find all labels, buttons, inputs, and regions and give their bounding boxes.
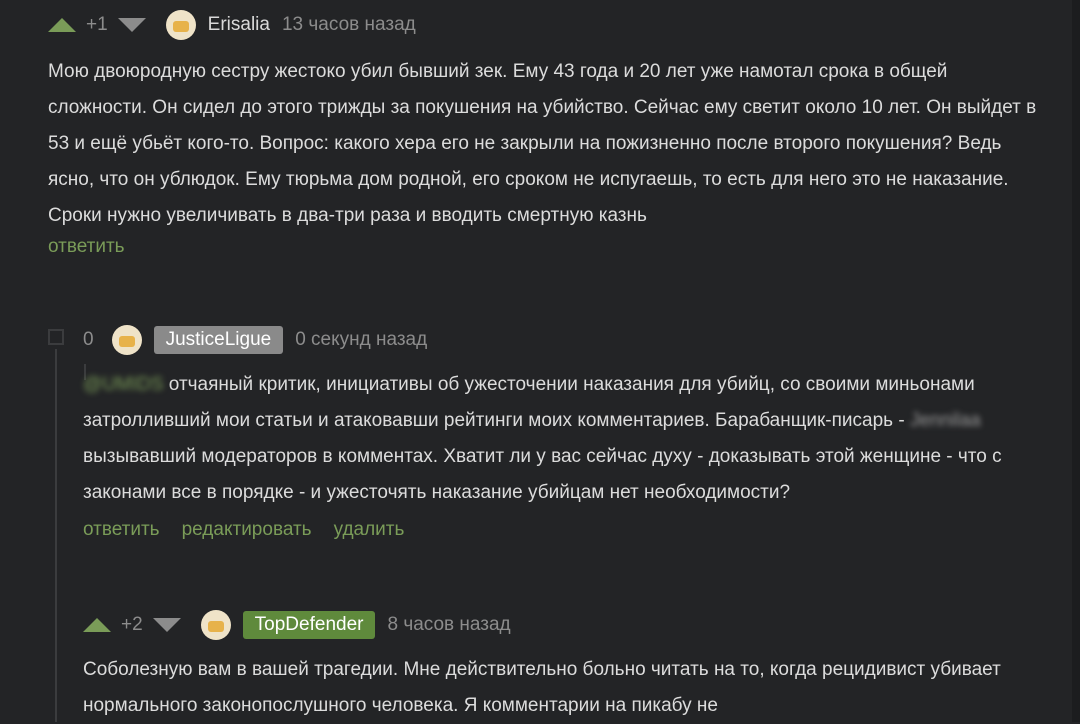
comment-text: @UMIDS отчаяный критик, инициативы об уж…	[83, 367, 1038, 511]
timestamp[interactable]: 8 часов назад	[387, 614, 510, 636]
reply-link[interactable]: ответить	[83, 519, 160, 541]
upvote-arrow-icon[interactable]	[48, 18, 76, 32]
author-name[interactable]: TopDefender	[242, 611, 376, 639]
author-name[interactable]: Erisalia	[208, 14, 270, 36]
comment-erisalia: +1 Erisalia 13 часов назад Мою двоюродну…	[48, 7, 1038, 258]
reply-link[interactable]: ответить	[48, 236, 125, 258]
comment-rating: +1	[86, 14, 108, 35]
comment-header: 0 JusticeLigue 0 секунд назад	[83, 322, 1038, 358]
comment-text-part: вызывавший модераторов в комментах. Хват…	[83, 446, 1002, 503]
comment-justiceligue: 0 JusticeLigue 0 секунд назад @UMIDS отч…	[83, 322, 1038, 541]
avatar[interactable]	[200, 610, 231, 640]
downvote-arrow-icon[interactable]	[117, 18, 146, 32]
comment-topdefender: +2 TopDefender 8 часов назад Соболезную …	[83, 607, 1038, 724]
downvote-arrow-icon[interactable]	[152, 618, 181, 632]
comment-text: Мою двоюродную сестру жестоко убил бывши…	[48, 61, 1037, 226]
comment-text-part: отчаяный критик, инициативы об ужесточен…	[83, 374, 975, 431]
timestamp[interactable]: 0 секунд назад	[295, 329, 427, 351]
comment-header: +1 Erisalia 13 часов назад	[48, 7, 1038, 43]
thread-line[interactable]	[55, 349, 57, 722]
delete-link[interactable]: удалить	[334, 519, 405, 541]
author-name[interactable]: JusticeLigue	[153, 326, 284, 354]
comment-rating: +2	[121, 614, 143, 635]
vote-block: +1	[48, 14, 146, 36]
user-mention[interactable]: Jennilaa	[910, 410, 981, 431]
comment-header: +2 TopDefender 8 часов назад	[83, 607, 1038, 643]
scroll-edge	[1072, 0, 1080, 722]
upvote-arrow-icon[interactable]	[83, 618, 111, 632]
edit-link[interactable]: редактировать	[182, 519, 312, 541]
comment-actions: ответить	[48, 236, 1038, 258]
user-mention[interactable]: @UMIDS	[83, 374, 164, 395]
comment-rating: 0	[83, 329, 94, 350]
avatar[interactable]	[165, 10, 196, 40]
timestamp[interactable]: 13 часов назад	[282, 14, 416, 36]
vote-block: +2	[83, 614, 181, 636]
comment-actions: ответить редактировать удалить	[83, 519, 1038, 541]
avatar[interactable]	[111, 325, 142, 355]
collapse-thread-button[interactable]	[48, 329, 64, 345]
comment-text: Соболезную вам в вашей трагедии. Мне дей…	[83, 659, 1001, 716]
